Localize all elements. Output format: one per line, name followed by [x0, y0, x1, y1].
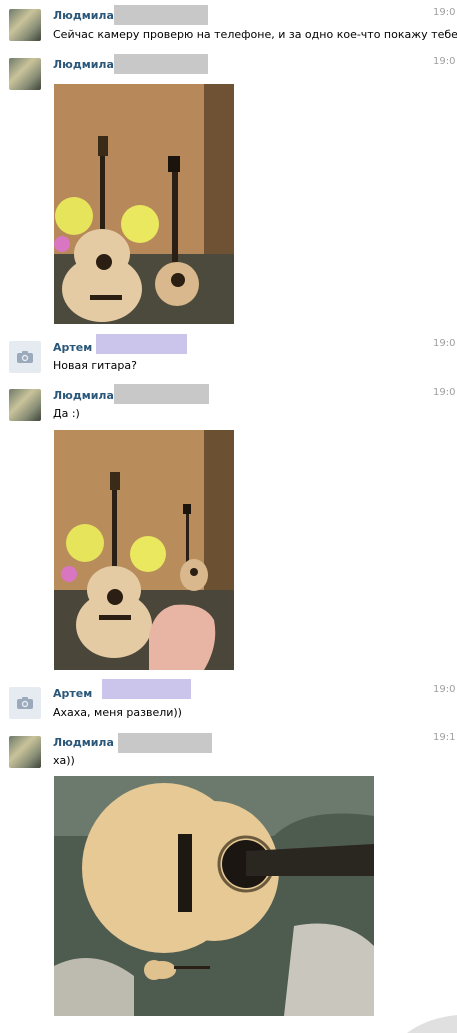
sender-name[interactable]: Артем — [53, 687, 92, 700]
sender-name[interactable]: Артем — [53, 341, 92, 354]
avatar[interactable] — [9, 389, 41, 421]
message-text: Ахаха, меня развели)) — [53, 706, 182, 719]
timestamp[interactable]: 19:0 — [433, 387, 455, 398]
redacted-block — [102, 679, 191, 699]
timestamp[interactable]: 19:0 — [433, 684, 455, 695]
timestamp[interactable]: 19:0 — [433, 338, 455, 349]
message-text: Сейчас камеру проверю на телефоне, и за … — [53, 28, 457, 41]
redacted-block — [96, 334, 187, 354]
avatar[interactable] — [9, 736, 41, 768]
redacted-block — [114, 5, 208, 25]
camera-icon — [17, 697, 33, 709]
redacted-block — [114, 54, 208, 74]
timestamp[interactable]: 19:0 — [433, 56, 455, 67]
photo-attachment[interactable] — [54, 776, 374, 1016]
photo-attachment[interactable] — [54, 84, 234, 324]
camera-icon — [17, 351, 33, 363]
message-text: Новая гитара? — [53, 359, 137, 372]
sender-name[interactable]: Людмила — [53, 736, 114, 749]
redacted-block — [114, 384, 209, 404]
sender-name[interactable]: Людмила — [53, 9, 114, 22]
page-corner-fold — [407, 1015, 457, 1033]
sender-name[interactable]: Людмила — [53, 389, 114, 402]
timestamp[interactable]: 19:1 — [433, 732, 455, 743]
avatar[interactable] — [9, 687, 41, 719]
avatar[interactable] — [9, 9, 41, 41]
avatar[interactable] — [9, 341, 41, 373]
sender-name[interactable]: Людмила — [53, 58, 114, 71]
message-text: Да :) — [53, 407, 80, 420]
timestamp[interactable]: 19:0 — [433, 7, 455, 18]
redacted-block — [118, 733, 212, 753]
photo-attachment[interactable] — [54, 430, 234, 670]
message-text: ха)) — [53, 754, 75, 767]
avatar[interactable] — [9, 58, 41, 90]
